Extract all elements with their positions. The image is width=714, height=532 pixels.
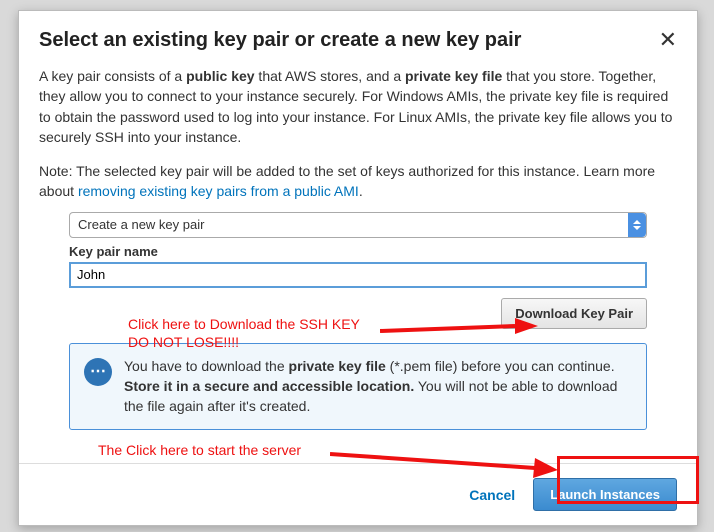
note-text: Note: The selected key pair will be adde… bbox=[39, 161, 677, 202]
info-icon: ⋯ bbox=[84, 358, 112, 386]
chevron-updown-icon bbox=[628, 213, 646, 237]
close-icon[interactable]: ✕ bbox=[659, 29, 677, 51]
keypair-name-input[interactable] bbox=[69, 262, 647, 288]
remove-keypairs-link[interactable]: removing existing key pairs from a publi… bbox=[78, 183, 359, 199]
cancel-button[interactable]: Cancel bbox=[469, 487, 515, 503]
info-text: You have to download the private key fil… bbox=[124, 356, 632, 417]
info-box: ⋯ You have to download the private key f… bbox=[69, 343, 647, 430]
modal-body: A key pair consists of a public key that… bbox=[19, 66, 697, 442]
modal-title: Select an existing key pair or create a … bbox=[39, 29, 521, 52]
description-text: A key pair consists of a public key that… bbox=[39, 66, 677, 147]
download-row: Download Key Pair bbox=[69, 298, 647, 329]
modal-footer: Cancel Launch Instances bbox=[19, 463, 697, 525]
modal-header: Select an existing key pair or create a … bbox=[19, 11, 697, 66]
select-value: Create a new key pair bbox=[78, 217, 204, 232]
key-pair-modal: Select an existing key pair or create a … bbox=[18, 10, 698, 526]
launch-instances-button[interactable]: Launch Instances bbox=[533, 478, 677, 511]
download-keypair-button[interactable]: Download Key Pair bbox=[501, 298, 647, 329]
form-area: Create a new key pair Key pair name Down… bbox=[39, 212, 677, 430]
keypair-name-label: Key pair name bbox=[69, 244, 647, 259]
keypair-option-select[interactable]: Create a new key pair bbox=[69, 212, 647, 238]
